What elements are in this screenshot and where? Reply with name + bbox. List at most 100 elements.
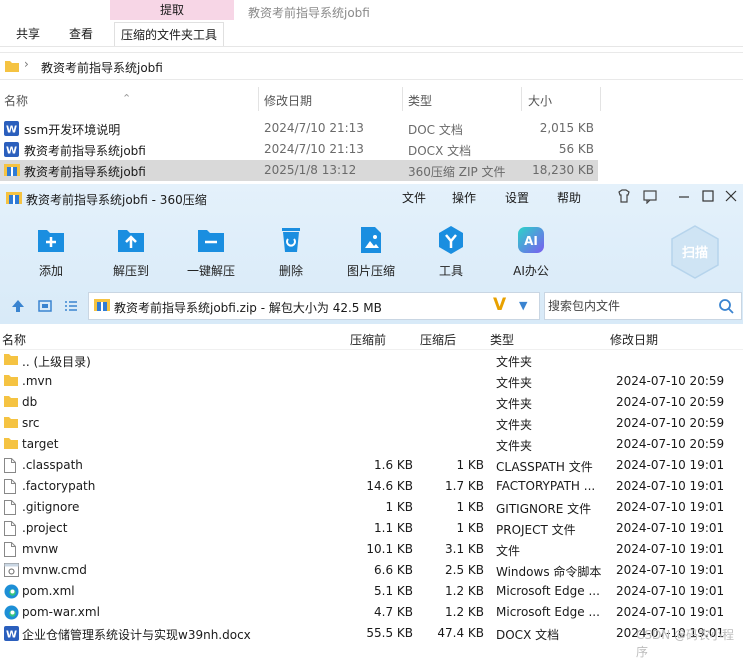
zip-navigation-bar: 教资考前指导系统jobfi.zip - 解包大小为 42.5 MB V ▼: [0, 288, 743, 322]
entry-type: FACTORYPATH ...: [496, 479, 596, 493]
file-type: DOCX 文档: [408, 144, 472, 158]
address-path[interactable]: 教资考前指导系统jobfi: [41, 59, 163, 76]
entry-size-after: 1.2 KB: [445, 584, 484, 598]
search-box[interactable]: [544, 292, 742, 320]
column-divider[interactable]: [600, 87, 601, 111]
message-icon[interactable]: [642, 188, 658, 204]
entry-date: 2024-07-10 19:01: [616, 542, 725, 556]
column-name[interactable]: 名称: [4, 92, 28, 109]
tab-view[interactable]: 查看: [69, 22, 93, 46]
sort-ascending-icon: ⌃: [122, 92, 132, 105]
entry-name: target: [22, 437, 59, 451]
archive-row[interactable]: pom-war.xml 4.7 KB 1.2 KB Microsoft Edge ..…: [0, 602, 743, 623]
archive-row[interactable]: .factorypath 14.6 KB 1.7 KB FACTORYPATH ...…: [0, 476, 743, 497]
address-bar[interactable]: › 教资考前指导系统jobfi: [0, 52, 743, 80]
tools-button[interactable]: 工具: [421, 224, 481, 279]
archive-row[interactable]: W 企业仓储管理系统设计与实现w39nh.docx 55.5 KB 47.4 KB DO…: [0, 623, 743, 644]
verified-icon[interactable]: V: [493, 295, 506, 315]
entry-date: 2024-07-10 20:59: [616, 395, 725, 409]
list-view-icon[interactable]: [63, 298, 79, 314]
up-arrow-icon[interactable]: [10, 298, 26, 314]
column-before[interactable]: 压缩前: [350, 331, 386, 348]
entry-name: 企业仓储管理系统设计与实现w39nh.docx: [22, 628, 251, 642]
entry-date: 2024-07-10 19:01: [616, 458, 725, 472]
column-size[interactable]: 大小: [528, 92, 552, 109]
svg-text:AI: AI: [524, 234, 538, 248]
one-click-extract-button[interactable]: 一键解压: [181, 224, 241, 279]
recycle-bin-icon: [282, 228, 300, 252]
entry-type: Microsoft Edge ...: [496, 584, 600, 598]
delete-button[interactable]: 删除: [261, 224, 321, 279]
archive-path-box[interactable]: 教资考前指导系统jobfi.zip - 解包大小为 42.5 MB V ▼: [88, 292, 540, 320]
entry-date: 2024-07-10 19:01: [616, 521, 725, 535]
folder-icon: [4, 374, 18, 389]
entry-size-before: 1 KB: [385, 500, 413, 514]
tab-extract[interactable]: 提取: [110, 0, 234, 20]
archive-row[interactable]: mvnw 10.1 KB 3.1 KB 文件 2024-07-10 19:01: [0, 539, 743, 560]
skin-icon[interactable]: [616, 188, 632, 204]
search-icon[interactable]: [718, 298, 734, 314]
add-button[interactable]: 添加: [21, 224, 81, 279]
zip-window-title: 教资考前指导系统jobfi - 360压缩: [26, 193, 207, 207]
menu-help[interactable]: 帮助: [557, 189, 581, 206]
entry-date: 2024-07-10 20:59: [616, 416, 725, 430]
archive-row[interactable]: .mvn 文件夹 2024-07-10 20:59: [0, 371, 743, 392]
column-divider[interactable]: [258, 87, 259, 111]
image-compress-button[interactable]: 图片压缩: [341, 224, 401, 279]
archive-row[interactable]: .project 1.1 KB 1 KB PROJECT 文件 2024-07-10 1…: [0, 518, 743, 539]
file-name: ssm开发环境说明: [24, 123, 121, 137]
column-after[interactable]: 压缩后: [420, 331, 456, 348]
menu-settings[interactable]: 设置: [505, 189, 529, 206]
entry-date: 2024-07-10 19:01: [616, 605, 725, 619]
file-date: 2025/1/8 13:12: [264, 163, 357, 177]
column-date[interactable]: 修改日期: [610, 331, 658, 348]
chevron-right-icon[interactable]: ›: [24, 57, 29, 71]
archive-row[interactable]: db 文件夹 2024-07-10 20:59: [0, 392, 743, 413]
archive-row[interactable]: src 文件夹 2024-07-10 20:59: [0, 413, 743, 434]
maximize-icon[interactable]: [700, 188, 716, 204]
scan-button[interactable]: 扫描: [669, 224, 721, 280]
column-name[interactable]: 名称: [2, 331, 26, 348]
explorer-column-header: ⌃ 名称 修改日期 类型 大小: [0, 85, 743, 113]
column-divider[interactable]: [521, 87, 522, 111]
column-divider[interactable]: [402, 87, 403, 111]
file-row[interactable]: W 教资考前指导系统jobfi 2024/7/10 21:13 DOCX 文档 56 K…: [0, 139, 598, 160]
ai-office-button[interactable]: AI AI办公: [501, 224, 561, 279]
archive-row[interactable]: .. (上级目录) 文件夹: [0, 350, 743, 371]
tab-compressed-folder-tools[interactable]: 压缩的文件夹工具: [114, 22, 225, 46]
tab-share[interactable]: 共享: [16, 22, 40, 46]
edge-icon: [4, 605, 19, 623]
entry-size-before: 1.1 KB: [374, 521, 413, 535]
extract-to-button[interactable]: 解压到: [101, 224, 161, 279]
archive-row[interactable]: target 文件夹 2024-07-10 20:59: [0, 434, 743, 455]
menu-operations[interactable]: 操作: [452, 189, 476, 206]
ribbon-divider: [0, 46, 743, 47]
ribbon-tabs: 共享 查看 压缩的文件夹工具: [0, 22, 743, 46]
entry-size-after: 1 KB: [456, 521, 484, 535]
column-type[interactable]: 类型: [408, 92, 432, 109]
file-row[interactable]: 教资考前指导系统jobfi 2025/1/8 13:12 360压缩 ZIP 文件 1…: [0, 160, 598, 181]
watermark: CSDN @码农小程序: [636, 628, 735, 659]
entry-size-before: 1.6 KB: [374, 458, 413, 472]
entry-size-after: 1 KB: [456, 500, 484, 514]
file-size: 56 KB: [558, 142, 594, 156]
archive-row[interactable]: .gitignore 1 KB 1 KB GITIGNORE 文件 2024-07-10…: [0, 497, 743, 518]
entry-date: 2024-07-10 19:01: [616, 584, 725, 598]
archive-row[interactable]: .classpath 1.6 KB 1 KB CLASSPATH 文件 2024-07-…: [0, 455, 743, 476]
archive-row[interactable]: mvnw.cmd 6.6 KB 2.5 KB Windows 命令脚本 2024-07-…: [0, 560, 743, 581]
entry-size-before: 6.6 KB: [374, 563, 413, 577]
chevron-down-icon[interactable]: ▼: [519, 299, 527, 312]
column-date[interactable]: 修改日期: [264, 92, 312, 109]
minimize-icon[interactable]: [676, 188, 692, 204]
search-input[interactable]: [548, 299, 708, 313]
entry-size-after: 3.1 KB: [445, 542, 484, 556]
column-type[interactable]: 类型: [490, 331, 514, 348]
close-icon[interactable]: [723, 188, 739, 204]
folder-icon: [4, 416, 18, 431]
file-row[interactable]: Wssm开发环境说明 2024/7/10 21:13 DOC 文档 2,015 KB: [0, 118, 598, 139]
menu-file[interactable]: 文件: [402, 189, 426, 206]
thumbnail-view-icon[interactable]: [37, 298, 53, 314]
entry-type: CLASSPATH 文件: [496, 460, 593, 474]
archive-row[interactable]: pom.xml 5.1 KB 1.2 KB Microsoft Edge ... 202…: [0, 581, 743, 602]
file-type: DOC 文档: [408, 123, 463, 137]
